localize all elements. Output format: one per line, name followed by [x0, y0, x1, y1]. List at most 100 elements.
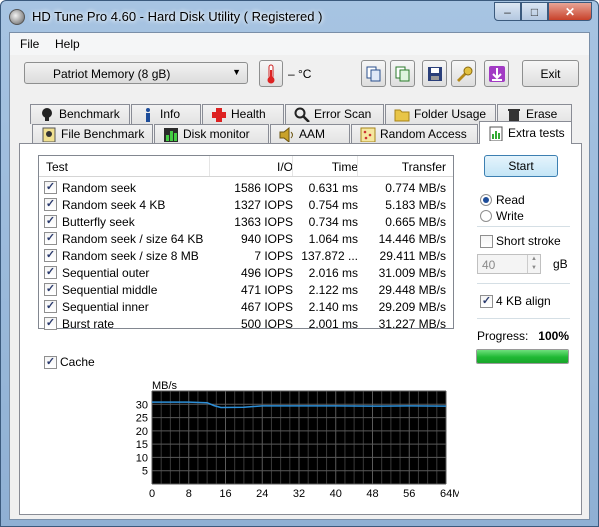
wrench-icon — [456, 66, 472, 82]
separator — [477, 318, 570, 319]
row-time: 2.140 ms — [308, 300, 358, 314]
row-io: 1363 IOPS — [234, 215, 293, 229]
maximize-button[interactable]: □ — [521, 2, 548, 21]
table-row[interactable]: ✓ Sequential inner 467 IOPS 2.140 ms 29.209 … — [39, 298, 453, 315]
column-time[interactable]: Time — [332, 160, 358, 174]
window-title: HD Tune Pro 4.60 - Hard Disk Utility ( R… — [32, 9, 323, 24]
short-stroke-value: 40 — [482, 258, 496, 272]
start-button[interactable]: Start — [484, 155, 558, 177]
copy-all-button[interactable] — [390, 60, 415, 87]
exit-button[interactable]: Exit — [522, 60, 579, 87]
row-checkbox[interactable]: ✓ — [44, 266, 57, 279]
row-checkbox[interactable]: ✓ — [44, 317, 57, 330]
row-io: 471 IOPS — [240, 283, 293, 297]
copy-all-icon — [395, 66, 409, 81]
row-io: 500 IOPS — [240, 317, 293, 331]
table-row[interactable]: ✓ Random seek 4 KB 1327 IOPS 0.754 ms 5.183 … — [39, 196, 453, 213]
write-radio[interactable] — [480, 210, 492, 222]
table-row[interactable]: ✓ Random seek 1586 IOPS 0.631 ms 0.774 MB/s — [39, 179, 453, 196]
row-transfer: 31.009 MB/s — [378, 266, 446, 280]
table-row[interactable]: ✓ Sequential middle 471 IOPS 2.122 ms 29.448… — [39, 281, 453, 298]
row-checkbox[interactable]: ✓ — [44, 249, 57, 262]
table-row[interactable]: ✓ Burst rate 500 IOPS 2.001 ms 31.227 MB/s — [39, 315, 453, 332]
cache-checkbox[interactable]: ✓ — [44, 356, 57, 369]
chevron-down-icon: ▼ — [232, 67, 241, 77]
row-test-name: Sequential middle — [62, 283, 158, 297]
table-row[interactable]: ✓ Random seek / size 8 MB 7 IOPS 137.872 ..… — [39, 247, 453, 264]
title-bar[interactable]: HD Tune Pro 4.60 - Hard Disk Utility ( R… — [1, 1, 598, 32]
row-checkbox[interactable]: ✓ — [44, 215, 57, 228]
close-button[interactable]: ✕ — [548, 2, 592, 21]
floppy-disk-icon — [427, 66, 442, 81]
chart-y-axis-label: MB/s — [152, 380, 178, 392]
separator — [477, 226, 570, 227]
copy-icon — [366, 66, 380, 81]
speaker-icon — [279, 127, 293, 142]
row-checkbox[interactable]: ✓ — [44, 283, 57, 296]
read-radio[interactable] — [480, 194, 492, 206]
tab-error-scan[interactable]: Error Scan — [285, 104, 384, 124]
chart-x-tick-label: 0 — [149, 488, 155, 500]
menu-help[interactable]: Help — [55, 37, 80, 51]
tab-health[interactable]: Health — [202, 104, 284, 124]
progress-label: Progress: — [477, 329, 529, 343]
save-button[interactable] — [422, 60, 447, 87]
row-time: 2.016 ms — [308, 266, 358, 280]
chart-x-tick-label: 56 — [403, 488, 415, 500]
column-test[interactable]: Test — [46, 160, 68, 174]
tab-folder-usage-label: Folder Usage — [414, 107, 487, 121]
table-row[interactable]: ✓ Random seek / size 64 KB 940 IOPS 1.064 m… — [39, 230, 453, 247]
chart-x-tick-label: 48 — [366, 488, 378, 500]
tab-file-benchmark-label: File Benchmark — [61, 127, 145, 141]
drive-select[interactable]: Patriot Memory (8 gB) ▼ — [24, 62, 248, 84]
temperature-button[interactable] — [259, 60, 283, 87]
tab-benchmark-label: Benchmark — [59, 107, 120, 121]
column-transfer[interactable]: Transfer — [402, 160, 446, 174]
tab-benchmark[interactable]: Benchmark — [30, 104, 130, 124]
tab-erase-label: Erase — [526, 107, 558, 121]
row-time: 0.754 ms — [308, 198, 358, 212]
screenshot-button[interactable] — [484, 60, 509, 87]
short-stroke-label: Short stroke — [496, 234, 561, 248]
row-test-name: Burst rate — [62, 317, 115, 331]
trash-can-icon — [508, 109, 520, 122]
chart-y-tick-label: 15 — [136, 439, 148, 451]
tab-file-benchmark[interactable]: File Benchmark — [32, 124, 153, 144]
row-checkbox[interactable]: ✓ — [44, 300, 57, 313]
copy-text-button[interactable] — [361, 60, 386, 87]
tab-disk-monitor[interactable]: Disk monitor — [154, 124, 269, 144]
row-checkbox[interactable]: ✓ — [44, 198, 57, 211]
spinner-arrows-icon[interactable]: ▲ ▼ — [527, 255, 540, 273]
chart-x-tick-label: 40 — [330, 488, 342, 500]
row-io: 1586 IOPS — [234, 181, 293, 195]
align-checkbox[interactable]: ✓ — [480, 295, 493, 308]
row-time: 0.631 ms — [308, 181, 358, 195]
chart-x-tick-label: 64MB — [440, 488, 459, 500]
chart-x-tick-label: 32 — [293, 488, 305, 500]
cache-label: Cache — [60, 355, 95, 369]
tab-aam[interactable]: AAM — [270, 124, 350, 144]
tab-extra-tests[interactable]: Extra tests — [479, 121, 572, 144]
download-arrow-icon — [488, 65, 505, 82]
temperature-value: – °C — [288, 67, 312, 81]
tab-random-access-label: Random Access — [380, 127, 467, 141]
row-test-name: Sequential inner — [62, 300, 149, 314]
app-window: HD Tune Pro 4.60 - Hard Disk Utility ( R… — [0, 0, 599, 527]
menu-bar: File Help — [10, 33, 589, 55]
short-stroke-checkbox[interactable] — [480, 235, 493, 248]
chart-x-tick-label: 8 — [186, 488, 192, 500]
column-io[interactable]: I/O — [277, 160, 293, 174]
menu-file[interactable]: File — [20, 37, 39, 51]
magnifier-icon — [294, 107, 310, 122]
minimize-button[interactable]: – — [494, 2, 521, 21]
tab-random-access[interactable]: Random Access — [351, 124, 478, 144]
short-stroke-spinner[interactable]: 40 ▲ ▼ — [477, 254, 541, 274]
row-checkbox[interactable]: ✓ — [44, 181, 57, 194]
progress-bar — [476, 349, 569, 364]
options-button[interactable] — [451, 60, 476, 87]
tab-info[interactable]: Info — [131, 104, 201, 124]
table-row[interactable]: ✓ Butterfly seek 1363 IOPS 0.734 ms 0.665 MB… — [39, 213, 453, 230]
row-checkbox[interactable]: ✓ — [44, 232, 57, 245]
write-label: Write — [496, 209, 524, 223]
table-row[interactable]: ✓ Sequential outer 496 IOPS 2.016 ms 31.009 … — [39, 264, 453, 281]
